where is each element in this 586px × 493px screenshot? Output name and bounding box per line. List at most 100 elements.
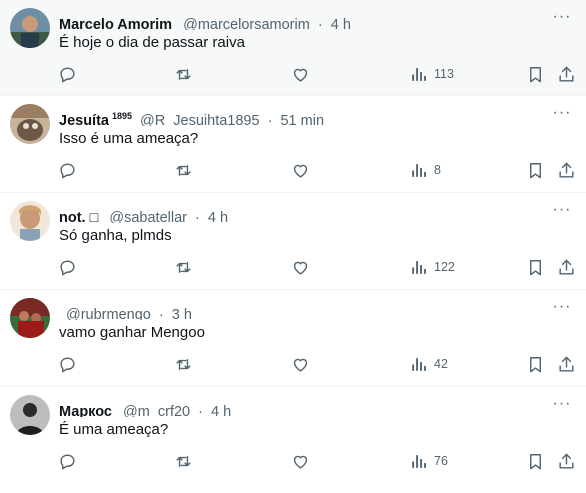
like-button[interactable] xyxy=(291,256,310,278)
share-button[interactable] xyxy=(557,63,576,85)
view-count: 113 xyxy=(434,67,454,81)
action-bar: 8 xyxy=(0,159,586,181)
view-count: 76 xyxy=(434,454,448,468)
timestamp[interactable]: 3 h xyxy=(172,307,192,320)
retweet-icon xyxy=(176,164,191,176)
handle[interactable]: @marcelorsamorim xyxy=(183,17,310,30)
bookmark-button[interactable] xyxy=(526,450,545,472)
tweet-text: Só ganha, plmds xyxy=(59,227,172,244)
views-button[interactable]: 122 xyxy=(409,256,455,278)
display-name[interactable]: Marcelo Amorim xyxy=(59,17,172,30)
views-icon xyxy=(412,260,426,274)
more-icon[interactable]: ··· xyxy=(552,9,572,30)
reply-button[interactable] xyxy=(58,450,77,472)
tweet[interactable]: not. □ @sabatellar · 4 h ··· Só ganha, p… xyxy=(0,193,586,290)
tweet[interactable]: Marcelo Amorim @marcelorsamorim · 4 h ··… xyxy=(0,0,586,96)
bookmark-button[interactable] xyxy=(526,159,545,181)
timestamp[interactable]: 4 h xyxy=(208,210,228,223)
action-bar: 76 xyxy=(0,450,586,472)
bookmark-icon xyxy=(530,453,541,469)
like-button[interactable] xyxy=(291,353,310,375)
retweet-icon xyxy=(176,358,191,370)
views-icon xyxy=(412,454,426,468)
display-name[interactable]: Jesuíta xyxy=(59,113,109,126)
views-button[interactable]: 113 xyxy=(409,63,454,85)
like-icon xyxy=(293,455,308,469)
timestamp[interactable]: 4 h xyxy=(331,17,351,30)
share-icon xyxy=(559,66,574,82)
view-count: 122 xyxy=(434,260,455,274)
like-button[interactable] xyxy=(291,63,310,85)
reply-button[interactable] xyxy=(58,159,77,181)
handle[interactable]: @rubrmengo xyxy=(66,307,151,320)
bookmark-icon xyxy=(530,356,541,372)
handle[interactable]: @sabatellar xyxy=(109,210,187,223)
bookmark-icon xyxy=(530,162,541,178)
share-button[interactable] xyxy=(557,450,576,472)
more-icon[interactable]: ··· xyxy=(552,299,572,320)
avatar[interactable] xyxy=(10,395,50,435)
bookmark-button[interactable] xyxy=(526,353,545,375)
bookmark-button[interactable] xyxy=(526,256,545,278)
views-icon xyxy=(412,357,426,371)
like-icon xyxy=(293,164,308,178)
tweet-text: Isso é uma ameaça? xyxy=(59,130,199,147)
retweet-button[interactable] xyxy=(174,256,193,278)
retweet-button[interactable] xyxy=(174,63,193,85)
retweet-button[interactable] xyxy=(174,159,193,181)
retweet-icon xyxy=(176,261,191,273)
reply-button[interactable] xyxy=(58,353,77,375)
more-icon[interactable]: ··· xyxy=(552,105,572,126)
more-icon[interactable]: ··· xyxy=(552,396,572,417)
tweet[interactable]: Jesuíta 1895 @R_Jesuihta1895 · 51 min ···… xyxy=(0,96,586,193)
views-button[interactable]: 42 xyxy=(409,353,448,375)
reply-button[interactable] xyxy=(58,256,77,278)
tweet[interactable]: Маркос @m_crf20 · 4 h ··· É uma ameaça? … xyxy=(0,387,586,484)
reply-icon xyxy=(60,66,75,82)
name-superscript: 1895 xyxy=(111,111,133,121)
retweet-icon xyxy=(176,455,191,467)
avatar[interactable] xyxy=(10,201,50,241)
more-icon[interactable]: ··· xyxy=(552,202,572,223)
views-icon xyxy=(412,163,426,177)
display-name[interactable]: Маркос xyxy=(59,404,112,417)
like-button[interactable] xyxy=(291,450,310,472)
share-icon xyxy=(559,259,574,275)
separator: · xyxy=(158,306,164,320)
view-count: 42 xyxy=(434,357,448,371)
bookmark-button[interactable] xyxy=(526,63,545,85)
share-icon xyxy=(559,356,574,372)
separator: · xyxy=(267,112,273,126)
views-button[interactable]: 8 xyxy=(409,159,441,181)
like-icon xyxy=(293,358,308,372)
tweet[interactable]: @rubrmengo · 3 h ··· vamo ganhar Mengoo … xyxy=(0,290,586,387)
reply-feed: Marcelo Amorim @marcelorsamorim · 4 h ··… xyxy=(0,0,586,484)
reply-icon xyxy=(60,259,75,275)
timestamp[interactable]: 51 min xyxy=(280,113,324,126)
handle[interactable]: @m_crf20 xyxy=(123,404,190,417)
tweet-text: É hoje o dia de passar raiva xyxy=(59,34,245,51)
timestamp[interactable]: 4 h xyxy=(211,404,231,417)
reply-icon xyxy=(60,453,75,469)
tweet-text: vamo ganhar Mengoo xyxy=(59,324,205,341)
avatar[interactable] xyxy=(10,8,50,48)
views-button[interactable]: 76 xyxy=(409,450,448,472)
avatar[interactable] xyxy=(10,104,50,144)
like-icon xyxy=(293,261,308,275)
handle[interactable]: @R_Jesuihta1895 xyxy=(140,113,260,126)
display-name[interactable]: not. □ xyxy=(59,210,98,223)
views-icon xyxy=(412,67,426,81)
share-button[interactable] xyxy=(557,353,576,375)
retweet-button[interactable] xyxy=(174,450,193,472)
action-bar: 122 xyxy=(0,256,586,278)
share-button[interactable] xyxy=(557,159,576,181)
action-bar: 113 xyxy=(0,63,586,85)
share-button[interactable] xyxy=(557,256,576,278)
bookmark-icon xyxy=(530,66,541,82)
like-button[interactable] xyxy=(291,159,310,181)
retweet-button[interactable] xyxy=(174,353,193,375)
reply-button[interactable] xyxy=(58,63,77,85)
tweet-header: Маркос @m_crf20 · 4 h xyxy=(59,397,536,417)
avatar[interactable] xyxy=(10,298,50,338)
separator: · xyxy=(317,16,323,30)
